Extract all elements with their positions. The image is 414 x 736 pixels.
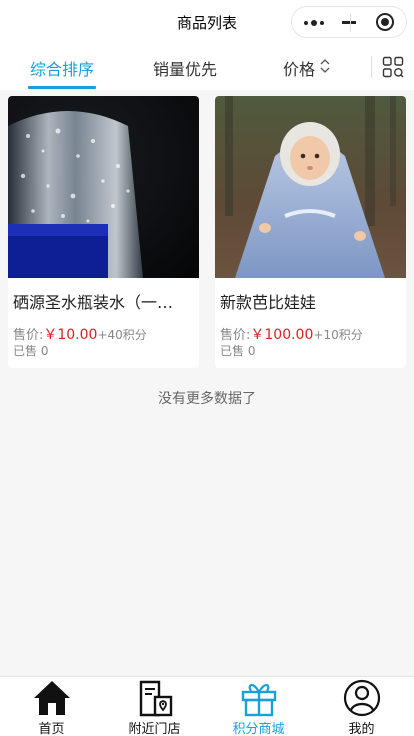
store-location-icon xyxy=(135,679,175,717)
product-price: ￥10.00 xyxy=(43,327,98,343)
product-grid: 硒源圣水瓶装水（一… 售价:￥10.00+40积分 已售 0 新款芭比娃娃 售价… xyxy=(8,96,406,368)
product-card[interactable]: 硒源圣水瓶装水（一… 售价:￥10.00+40积分 已售 0 xyxy=(8,96,199,368)
tab-comprehensive[interactable]: 综合排序 xyxy=(30,56,94,80)
product-price-line: 售价:￥100.00+10积分 xyxy=(220,324,363,344)
product-sold-count: 已售 0 xyxy=(13,344,49,358)
product-sold-count: 已售 0 xyxy=(220,344,256,358)
product-price-line: 售价:￥10.00+40积分 xyxy=(13,324,147,344)
home-icon xyxy=(32,679,72,717)
product-name[interactable]: 新款芭比娃娃 xyxy=(220,289,400,313)
tab-price[interactable]: 价格 xyxy=(283,56,315,80)
more-options-icon[interactable] xyxy=(304,20,334,26)
minimize-icon[interactable] xyxy=(342,21,356,24)
product-image-water-bottle[interactable] xyxy=(8,96,199,278)
price-prefix: 售价: xyxy=(220,328,251,343)
close-circle-icon[interactable] xyxy=(376,13,394,31)
tabbar-item-points-mall[interactable]: 积分商城 xyxy=(207,677,310,736)
tabbar-label: 积分商城 xyxy=(232,722,285,736)
no-more-data-text: 没有更多数据了 xyxy=(158,391,256,407)
tabbar-label: 我的 xyxy=(348,722,375,736)
mini-program-capsule xyxy=(291,6,407,38)
product-points: +10积分 xyxy=(313,328,363,342)
tabbar-label: 首页 xyxy=(38,722,65,736)
product-card[interactable]: 新款芭比娃娃 售价:￥100.00+10积分 已售 0 xyxy=(215,96,406,368)
product-price: ￥100.00 xyxy=(250,327,314,343)
gift-icon xyxy=(239,679,279,717)
tabbar-item-mine[interactable]: 我的 xyxy=(310,677,413,736)
tabbar-item-home[interactable]: 首页 xyxy=(0,677,103,736)
tabbar-label: 附近门店 xyxy=(128,722,181,736)
tab-divider xyxy=(371,56,372,78)
product-name[interactable]: 硒源圣水瓶装水（一… xyxy=(13,289,193,313)
tab-sales[interactable]: 销量优先 xyxy=(153,56,217,80)
product-image-doll[interactable] xyxy=(215,96,406,278)
bottom-tab-bar: 首页 附近门店 积分商城 我的 xyxy=(0,676,414,736)
title-bar: 商品列表 xyxy=(0,0,414,44)
sort-tabs: 综合排序 销量优先 价格 xyxy=(0,44,414,90)
tabbar-item-nearby-stores[interactable]: 附近门店 xyxy=(103,677,206,736)
capsule-divider xyxy=(350,14,351,32)
grid-layout-icon[interactable] xyxy=(382,56,404,78)
product-points: +40积分 xyxy=(97,328,147,342)
price-prefix: 售价: xyxy=(13,328,44,343)
user-icon xyxy=(342,679,382,717)
active-tab-underline xyxy=(28,86,96,89)
sort-arrows-icon[interactable] xyxy=(319,58,331,74)
